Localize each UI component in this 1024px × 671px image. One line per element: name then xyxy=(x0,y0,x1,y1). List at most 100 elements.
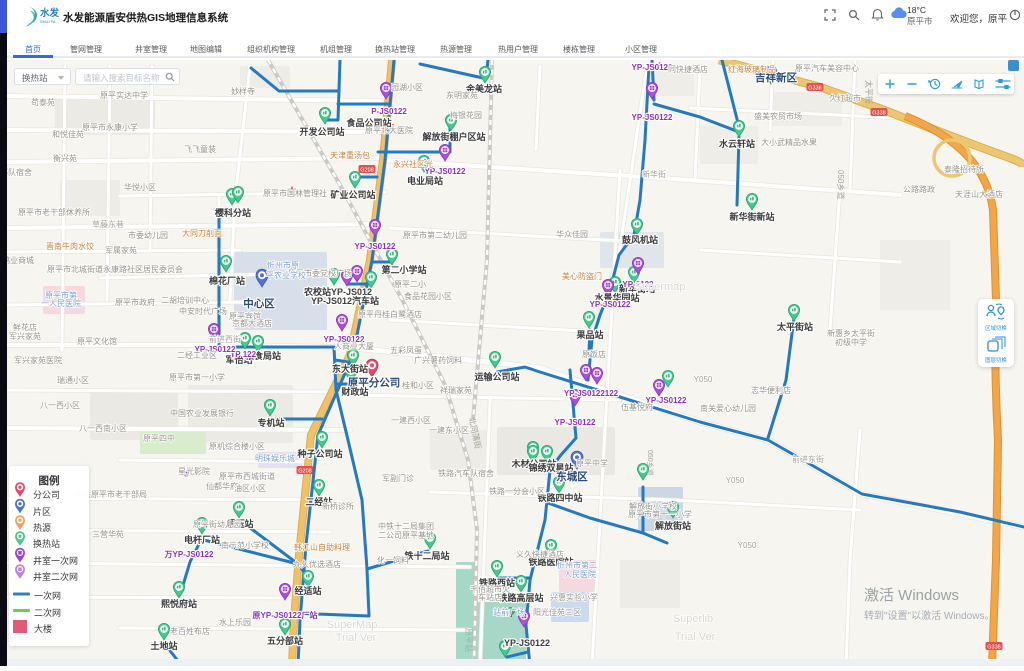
svg-text:Trial Ver: Trial Ver xyxy=(675,631,716,643)
svg-text:原机综合楼小区: 原机综合楼小区 xyxy=(209,441,265,451)
svg-text:兴惠实验小学: 兴惠实验小学 xyxy=(550,592,598,602)
svg-text:和悦佳苑: 和悦佳苑 xyxy=(52,129,84,139)
svg-text:P-JS0122: P-JS0122 xyxy=(371,107,407,116)
svg-text:新桥诊所: 新桥诊所 xyxy=(322,501,354,511)
svg-text:原平市第一小学: 原平市第一小学 xyxy=(169,372,225,382)
svg-text:人商业大厦: 人商业大厦 xyxy=(334,341,374,351)
svg-text:种子公司站: 种子公司站 xyxy=(296,448,342,459)
svg-text:油区小区: 油区小区 xyxy=(234,483,266,493)
svg-text:东大街站: 东大街站 xyxy=(332,363,368,374)
svg-text:飞飞童装: 飞飞童装 xyxy=(184,144,216,154)
svg-text:伍基悦府: 伍基悦府 xyxy=(621,402,653,412)
svg-text:铁路一分会小区: 铁路一分会小区 xyxy=(489,486,545,496)
svg-text:美心防盗门: 美心防盗门 xyxy=(562,271,602,281)
svg-text:三营华苑: 三营华苑 xyxy=(92,529,124,539)
svg-text:妙样寺: 妙样寺 xyxy=(231,86,255,96)
svg-text:初级中学: 初级中学 xyxy=(835,337,867,347)
svg-text:前进西街: 前进西街 xyxy=(209,334,241,344)
svg-text:明珠娱乐城: 明珠娱乐城 xyxy=(255,453,295,463)
svg-text:原平汽车美容中心: 原平汽车美容中心 xyxy=(795,63,859,73)
svg-text:京都大酒店: 京都大酒店 xyxy=(232,318,272,328)
svg-text:志华便利店: 志华便利店 xyxy=(751,385,791,395)
svg-text:水上乐园: 水上乐园 xyxy=(219,617,251,627)
svg-text:忻州市原: 忻州市原 xyxy=(267,260,299,270)
svg-text:YP-JS0122122: YP-JS0122122 xyxy=(564,389,619,398)
svg-text:原YP-JS0122厂站: 原YP-JS0122厂站 xyxy=(253,610,318,620)
svg-text:韩江山自助料理: 韩江山自助料理 xyxy=(294,542,350,552)
svg-text:水云轩站: 水云轩站 xyxy=(719,138,755,149)
svg-text:050乡道: 050乡道 xyxy=(836,170,846,199)
svg-text:果品站: 果品站 xyxy=(575,329,603,340)
svg-text:天津重汤包: 天津重汤包 xyxy=(330,150,370,160)
svg-text:东城区: 东城区 xyxy=(556,470,588,483)
svg-text:二经工业区: 二经工业区 xyxy=(177,350,217,360)
svg-text:东明家苑: 东明家苑 xyxy=(446,90,478,100)
svg-text:G338: G338 xyxy=(808,86,821,92)
svg-text:军兴家苑医院: 军兴家苑医院 xyxy=(14,355,62,365)
svg-text:大同刀削面: 大同刀削面 xyxy=(182,228,222,238)
svg-text:泰隆招待所: 泰隆招待所 xyxy=(944,164,984,174)
svg-text:SHUI FA: SHUI FA xyxy=(40,19,56,24)
svg-text:太平街站: 太平街站 xyxy=(776,321,813,332)
svg-text:棉花厂站: 棉花厂站 xyxy=(209,275,245,286)
svg-text:樱科分站: 樱科分站 xyxy=(214,207,251,218)
svg-text:原平街幼儿园: 原平街幼儿园 xyxy=(193,519,241,529)
svg-text:新华街: 新华街 xyxy=(642,169,666,179)
svg-text:铁路汽车队宿舍: 铁路汽车队宿舍 xyxy=(438,468,494,478)
svg-text:二胡培训中心: 二胡培训中心 xyxy=(161,295,209,305)
svg-text:九久优选酒店: 九久优选酒店 xyxy=(293,559,341,569)
svg-text:同快捷酒店: 同快捷酒店 xyxy=(668,64,708,74)
svg-text:人民医院: 人民医院 xyxy=(564,569,596,579)
svg-text:原平实达中学: 原平实达中学 xyxy=(100,90,148,100)
svg-text:公路路政: 公路路政 xyxy=(903,184,935,194)
svg-text:义久快捷酒店: 义久快捷酒店 xyxy=(516,549,564,559)
svg-text:食品花园小区: 食品花园小区 xyxy=(404,291,452,301)
svg-text:红海玻璃制品: 红海玻璃制品 xyxy=(728,64,776,74)
svg-text:Y050: Y050 xyxy=(726,476,745,485)
svg-text:熙悦府站: 熙悦府站 xyxy=(161,598,197,609)
svg-text:中铁十二局集团: 中铁十二局集团 xyxy=(378,521,434,531)
svg-text:一建东小区: 一建东小区 xyxy=(429,425,469,435)
svg-text:土地站: 土地站 xyxy=(150,640,177,651)
svg-text:忻州市第二: 忻州市第二 xyxy=(557,560,597,570)
svg-text:久红超市: 久红超市 xyxy=(829,93,861,103)
svg-text:军兴家苑: 军兴家苑 xyxy=(9,331,41,341)
svg-text:祥瑞家苑: 祥瑞家苑 xyxy=(440,385,472,395)
svg-text:运输公司站: 运输公司站 xyxy=(474,371,519,382)
svg-text:YP-JS0122: YP-JS0122 xyxy=(555,418,596,427)
svg-text:南示范小学校: 南示范小学校 xyxy=(221,540,269,550)
svg-text:星光影院: 星光影院 xyxy=(178,466,210,476)
svg-text:新华街新站: 新华街新站 xyxy=(729,211,774,222)
svg-text:原平市西城街道: 原平市西城街道 xyxy=(219,471,275,481)
svg-text:万YP-JS0122: 万YP-JS0122 xyxy=(164,550,214,559)
svg-text:八一西南小区: 八一西南小区 xyxy=(79,423,127,433)
svg-text:南关爱心幼儿园: 南关爱心幼儿园 xyxy=(700,403,756,413)
svg-text:原平站: 原平站 xyxy=(464,628,474,652)
svg-text:YP-JS0122: YP-JS0122 xyxy=(590,300,631,309)
svg-text:SuperMap: SuperMap xyxy=(327,619,378,631)
svg-text:园湖小区: 园湖小区 xyxy=(391,83,423,92)
svg-text:新惠乡太平街: 新惠乡太平街 xyxy=(827,328,875,338)
svg-text:鼓风机站: 鼓风机站 xyxy=(622,234,658,245)
svg-text:G338: G338 xyxy=(987,645,1000,651)
svg-text:YP-JS0122: YP-JS0122 xyxy=(355,242,396,251)
svg-text:车站店: 车站店 xyxy=(478,592,502,602)
svg-text:华众佳园: 华众佳园 xyxy=(556,229,588,239)
svg-text:解放街棚户区站: 解放街棚户区站 xyxy=(422,131,485,142)
svg-text:中心区: 中心区 xyxy=(243,297,275,310)
svg-text:一人民医院: 一人民医院 xyxy=(41,298,81,308)
svg-text:鲜花店: 鲜花店 xyxy=(13,322,37,332)
svg-text:衡兴苑: 衡兴苑 xyxy=(53,153,77,163)
svg-text:苟泰苑: 苟泰苑 xyxy=(31,97,55,107)
svg-text:华悦小区: 华悦小区 xyxy=(124,182,156,192)
svg-text:晋南牛肉水饺: 晋南牛肉水饺 xyxy=(46,241,94,251)
svg-text:梅银花园: 梅银花园 xyxy=(450,110,482,120)
svg-text:原平中学: 原平中学 xyxy=(576,458,608,468)
svg-text:原平市第二幼儿园: 原平市第二幼儿园 xyxy=(403,230,467,240)
svg-text:二公司原平基地: 二公司原平基地 xyxy=(378,530,434,540)
svg-text:瑞通小区: 瑞通小区 xyxy=(57,375,89,385)
svg-text:经适站: 经适站 xyxy=(294,585,321,596)
svg-text:原平文化馆: 原平文化馆 xyxy=(77,336,117,346)
svg-text:G338: G338 xyxy=(872,111,885,117)
svg-text:化一饲料: 化一饲料 xyxy=(377,555,409,565)
